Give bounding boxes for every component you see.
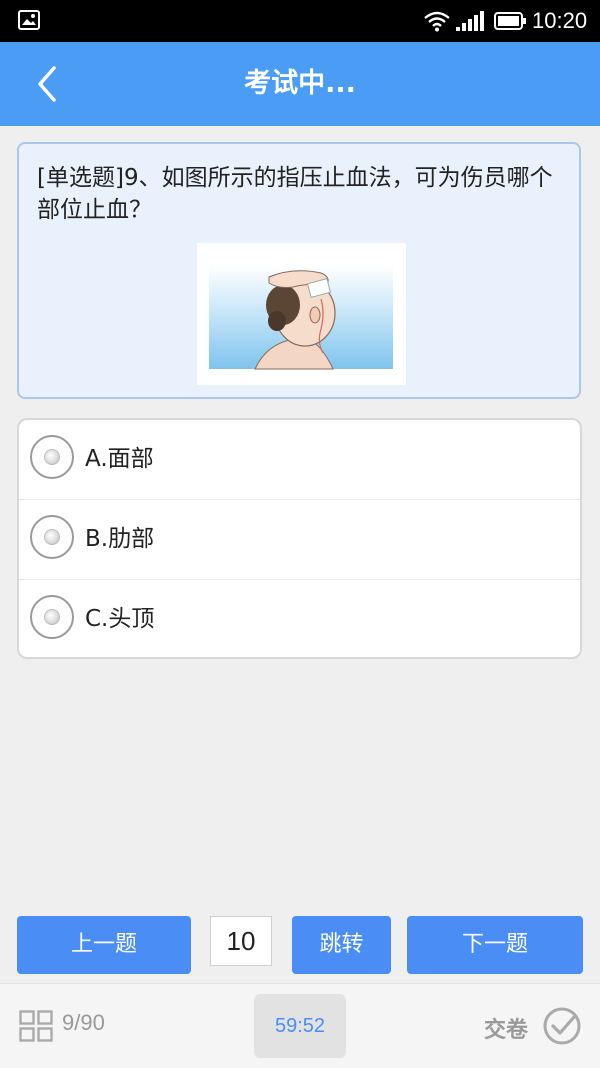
- answer-options: A.面部 B.肋部 C.头顶: [17, 418, 582, 659]
- option-a[interactable]: A.面部: [19, 420, 580, 500]
- image-notification-icon: [18, 10, 40, 30]
- check-circle-icon: [543, 1007, 581, 1045]
- bottom-bar: 9/90 59:52 交卷: [0, 983, 600, 1068]
- radio-button[interactable]: [30, 515, 74, 559]
- status-time: 10:20: [532, 8, 588, 33]
- radio-dot: [44, 609, 60, 625]
- jump-number-input[interactable]: 10: [210, 916, 272, 966]
- option-b[interactable]: B.肋部: [19, 500, 580, 580]
- status-bar: 10:20: [0, 0, 600, 42]
- option-label: B.肋部: [85, 526, 155, 552]
- radio-dot: [44, 529, 60, 545]
- question-card: [单选题]9、如图所示的指压止血法，可为伤员哪个部位止血？: [17, 142, 581, 399]
- countdown-timer: 59:52: [254, 994, 346, 1058]
- radio-button[interactable]: [30, 595, 74, 639]
- battery-icon: [494, 12, 526, 30]
- head-pressure-illustration: [197, 243, 406, 385]
- prev-question-button[interactable]: 上一题: [17, 916, 191, 974]
- option-label: A.面部: [85, 446, 154, 472]
- radio-button[interactable]: [30, 435, 74, 479]
- option-label: C.头顶: [85, 606, 155, 632]
- radio-dot: [44, 449, 60, 465]
- app-header: 考试中...: [0, 42, 600, 126]
- grid-icon[interactable]: [19, 1010, 53, 1042]
- next-question-button[interactable]: 下一题: [407, 916, 583, 974]
- back-arrow-icon[interactable]: [28, 62, 68, 106]
- submit-exam-button[interactable]: 交卷: [484, 1004, 584, 1048]
- question-text: [单选题]9、如图所示的指压止血法，可为伤员哪个部位止血？: [37, 165, 553, 223]
- question-progress[interactable]: 9/90: [62, 1010, 105, 1036]
- page-title: 考试中...: [244, 68, 356, 99]
- option-c[interactable]: C.头顶: [19, 580, 580, 657]
- jump-button[interactable]: 跳转: [292, 916, 391, 974]
- signal-icon: [456, 11, 484, 31]
- wifi-icon: [424, 11, 450, 32]
- submit-label: 交卷: [484, 1018, 529, 1043]
